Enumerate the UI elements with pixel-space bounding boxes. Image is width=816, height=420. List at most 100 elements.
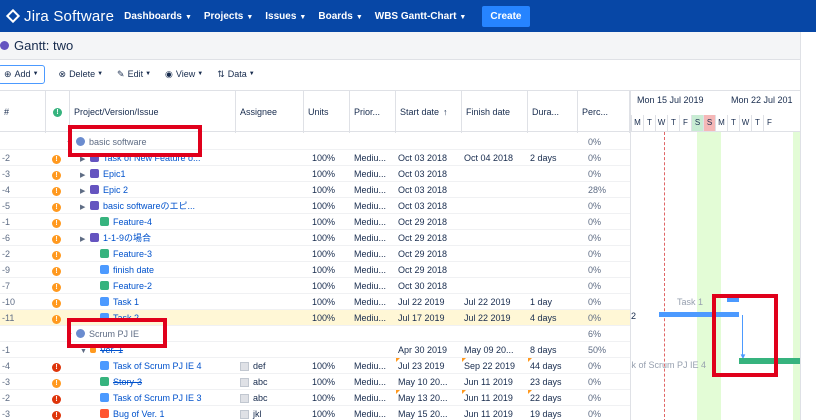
duration-cell[interactable]: 23 days: [530, 374, 576, 390]
view-button[interactable]: ◉ View ▼: [165, 69, 203, 80]
table-row[interactable]: -3! Bug of Ver. 1 jkl 100% Mediu... May 15 20…: [0, 406, 630, 420]
edit-button[interactable]: ✎ Edit ▼: [117, 69, 151, 80]
add-button[interactable]: ⊕ Add ▼: [0, 64, 45, 84]
assignee-cell[interactable]: jkl: [240, 406, 302, 420]
duration-cell[interactable]: [530, 262, 576, 278]
issue-label[interactable]: Task of Scrum PJ IE 4: [113, 361, 202, 371]
duration-cell[interactable]: [530, 134, 576, 150]
duration-cell[interactable]: 8 days: [530, 342, 576, 358]
duration-cell[interactable]: 2 days: [530, 150, 576, 166]
issue-label[interactable]: Story-3: [113, 377, 142, 387]
start-date-cell[interactable]: Oct 03 2018: [398, 182, 460, 198]
issue-cell[interactable]: Feature-4: [100, 214, 234, 230]
start-date-cell[interactable]: Oct 03 2018: [398, 166, 460, 182]
issue-cell[interactable]: ▶ Epic 2: [80, 182, 234, 198]
issue-cell[interactable]: Task 1: [100, 294, 234, 310]
delete-button[interactable]: ⊗ Delete ▼: [59, 69, 104, 80]
finish-date-cell[interactable]: [464, 198, 526, 214]
finish-date-cell[interactable]: Jul 22 2019: [464, 294, 526, 310]
duration-cell[interactable]: [530, 214, 576, 230]
table-row[interactable]: -2! Feature-3 100% Mediu... Oct 29 2018 0%: [0, 246, 630, 262]
column-warning[interactable]: !: [46, 91, 70, 133]
duration-cell[interactable]: [530, 166, 576, 182]
scrollbar[interactable]: [800, 32, 816, 420]
issue-cell[interactable]: ▶ Epic1: [80, 166, 234, 182]
table-row[interactable]: -5! ▶ basic softwareのエピ... 100% Mediu... Oct …: [0, 198, 630, 214]
start-date-cell[interactable]: Oct 30 2018: [398, 278, 460, 294]
issue-label[interactable]: Feature-2: [113, 281, 152, 291]
finish-date-cell[interactable]: May 09 20...: [464, 342, 526, 358]
table-row[interactable]: -3! ▶ Epic1 100% Mediu... Oct 03 2018 0%: [0, 166, 630, 182]
issue-cell[interactable]: ▶ basic softwareのエピ...: [80, 198, 234, 214]
start-date-cell[interactable]: Oct 03 2018: [398, 198, 460, 214]
table-row[interactable]: -7! Feature-2 100% Mediu... Oct 30 2018 0%: [0, 278, 630, 294]
issue-cell[interactable]: ▶ 1-1-9の場合: [80, 230, 234, 246]
table-row[interactable]: -10! Task 1 100% Mediu... Jul 22 2019 Jul 22 …: [0, 294, 630, 310]
finish-date-cell[interactable]: Jul 22 2019: [464, 310, 526, 326]
assignee-cell[interactable]: def: [240, 358, 302, 374]
issue-label[interactable]: basic softwareのエピ...: [103, 201, 195, 211]
expand-toggle-icon[interactable]: ▶: [80, 200, 90, 214]
expand-toggle-icon[interactable]: ▶: [80, 168, 90, 182]
column-units[interactable]: Units: [304, 91, 350, 133]
column-assignee[interactable]: Assignee: [236, 91, 304, 133]
column-priority[interactable]: Prior...: [350, 91, 396, 133]
start-date-cell[interactable]: Jul 23 2019: [398, 358, 460, 374]
duration-cell[interactable]: [530, 198, 576, 214]
duration-cell[interactable]: 44 days: [530, 358, 576, 374]
issue-cell[interactable]: Task of Scrum PJ IE 4: [100, 358, 234, 374]
duration-cell[interactable]: [530, 246, 576, 262]
issue-cell[interactable]: Bug of Ver. 1: [100, 406, 234, 420]
duration-cell[interactable]: [530, 278, 576, 294]
issue-cell[interactable]: Task of Scrum PJ IE 3: [100, 390, 234, 406]
nav-projects[interactable]: Projects ▼: [204, 11, 253, 22]
start-date-cell[interactable]: May 10 20...: [398, 374, 460, 390]
start-date-cell[interactable]: Apr 30 2019: [398, 342, 460, 358]
issue-label[interactable]: Feature-3: [113, 249, 152, 259]
finish-date-cell[interactable]: [464, 262, 526, 278]
issue-label[interactable]: Task of Scrum PJ IE 3: [113, 393, 202, 403]
data-button[interactable]: ⇅ Data ▼: [217, 69, 255, 80]
table-row[interactable]: -6! ▶ 1-1-9の場合 100% Mediu... Oct 29 2018 0%: [0, 230, 630, 246]
finish-date-cell[interactable]: [464, 166, 526, 182]
duration-cell[interactable]: [530, 326, 576, 342]
finish-date-cell[interactable]: Sep 22 2019: [464, 358, 526, 374]
issue-label[interactable]: Feature-4: [113, 217, 152, 227]
table-row[interactable]: -3! Story-3 abc 100% Mediu... May 10 20... Jun…: [0, 374, 630, 390]
table-row[interactable]: -2! Task of Scrum PJ IE 3 abc 100% Mediu... M…: [0, 390, 630, 406]
issue-cell[interactable]: Story-3: [100, 374, 234, 390]
finish-date-cell[interactable]: [464, 214, 526, 230]
finish-date-cell[interactable]: Oct 04 2018: [464, 150, 526, 166]
issue-label[interactable]: Task 1: [113, 297, 139, 307]
finish-date-cell[interactable]: Jun 11 2019: [464, 390, 526, 406]
issue-label[interactable]: Epic1: [103, 169, 126, 179]
finish-date-cell[interactable]: [464, 134, 526, 150]
table-row[interactable]: -4! ▶ Epic 2 100% Mediu... Oct 03 2018 28%: [0, 182, 630, 198]
finish-date-cell[interactable]: Jun 11 2019: [464, 406, 526, 420]
start-date-cell[interactable]: Oct 29 2018: [398, 262, 460, 278]
column-number[interactable]: #: [0, 91, 46, 133]
jira-logo[interactable]: Jira Software: [5, 8, 114, 25]
assignee-cell[interactable]: abc: [240, 374, 302, 390]
table-row[interactable]: -1! Feature-4 100% Mediu... Oct 29 2018 0%: [0, 214, 630, 230]
duration-cell[interactable]: 4 days: [530, 310, 576, 326]
issue-label[interactable]: Bug of Ver. 1: [113, 409, 165, 419]
duration-cell[interactable]: [530, 182, 576, 198]
expand-toggle-icon[interactable]: ▶: [80, 232, 90, 246]
issue-cell[interactable]: finish date: [100, 262, 234, 278]
create-button[interactable]: Create: [482, 5, 530, 27]
start-date-cell[interactable]: Oct 29 2018: [398, 246, 460, 262]
nav-issues[interactable]: Issues ▼: [265, 11, 306, 22]
duration-cell[interactable]: 19 days: [530, 406, 576, 420]
issue-cell[interactable]: Feature-2: [100, 278, 234, 294]
start-date-cell[interactable]: [398, 326, 460, 342]
finish-date-cell[interactable]: [464, 326, 526, 342]
nav-boards[interactable]: Boards ▼: [318, 11, 362, 22]
start-date-cell[interactable]: May 15 20...: [398, 406, 460, 420]
issue-label[interactable]: Epic 2: [103, 185, 128, 195]
issue-label[interactable]: 1-1-9の場合: [103, 233, 151, 243]
duration-cell[interactable]: 22 days: [530, 390, 576, 406]
finish-date-cell[interactable]: [464, 278, 526, 294]
table-row[interactable]: -4! Task of Scrum PJ IE 4 def 100% Mediu... J…: [0, 358, 630, 374]
start-date-cell[interactable]: Jul 22 2019: [398, 294, 460, 310]
